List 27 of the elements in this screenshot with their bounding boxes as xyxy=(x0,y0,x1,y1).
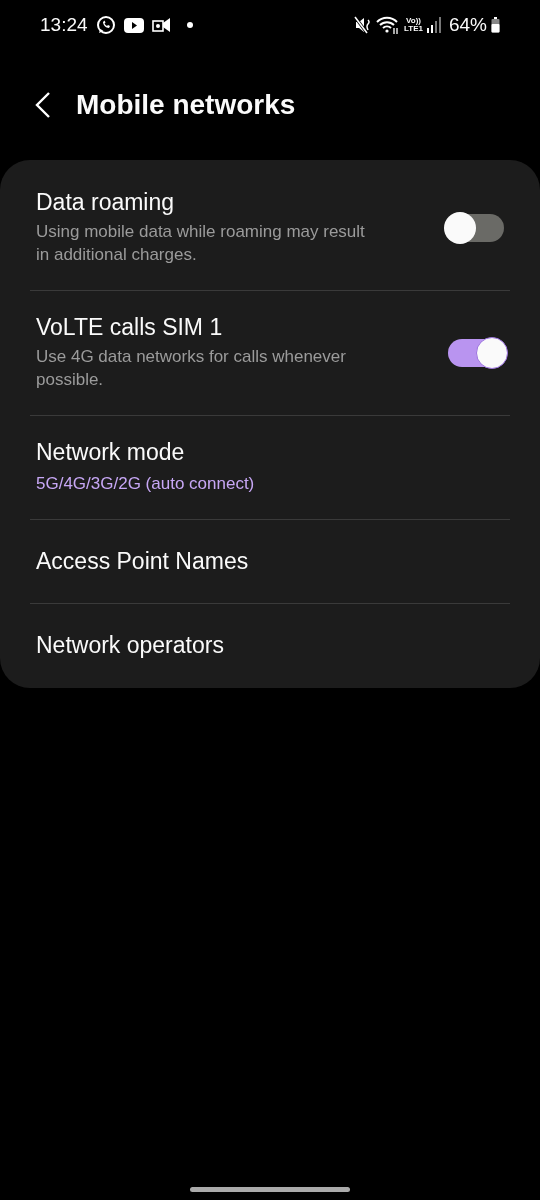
status-time: 13:24 xyxy=(40,12,88,37)
setting-row[interactable]: VoLTE calls SIM 1 Use 4G data networks for calls whenever possible. xyxy=(30,291,510,416)
battery-percent: 64% xyxy=(448,12,487,37)
wifi-icon xyxy=(376,16,400,34)
setting-row[interactable]: Network operators xyxy=(30,604,510,688)
setting-title: Access Point Names xyxy=(36,547,250,576)
back-icon[interactable] xyxy=(34,91,52,119)
setting-row[interactable]: Network mode 5G/4G/3G/2G (auto connect) xyxy=(30,416,510,520)
setting-value: 5G/4G/3G/2G (auto connect) xyxy=(36,472,256,495)
setting-title: Network mode xyxy=(36,438,186,467)
setting-description: Use 4G data networks for calls whenever possible. xyxy=(36,345,347,391)
setting-row[interactable]: Data roaming Using mobile data while roaming may result in additional charges. xyxy=(30,166,510,291)
setting-title: Data roaming xyxy=(36,189,176,217)
lte-label: LTE1 xyxy=(404,25,423,33)
page-title: Mobile networks xyxy=(76,88,296,122)
setting-row[interactable]: Access Point Names xyxy=(30,520,510,604)
volte-label: Vo)) xyxy=(406,17,421,25)
setting-title: VoLTE calls SIM 1 xyxy=(36,314,224,342)
photo-icon xyxy=(151,17,171,33)
signal-icon xyxy=(426,17,441,33)
setting-description: Using mobile data while roaming may result in additional charges. xyxy=(36,220,366,266)
setting-title: Network operators xyxy=(36,632,225,660)
mute-icon xyxy=(354,16,372,34)
notification-dot-icon xyxy=(186,22,193,28)
battery-icon xyxy=(491,17,500,33)
chat-icon xyxy=(95,15,116,35)
play-icon xyxy=(123,17,144,33)
